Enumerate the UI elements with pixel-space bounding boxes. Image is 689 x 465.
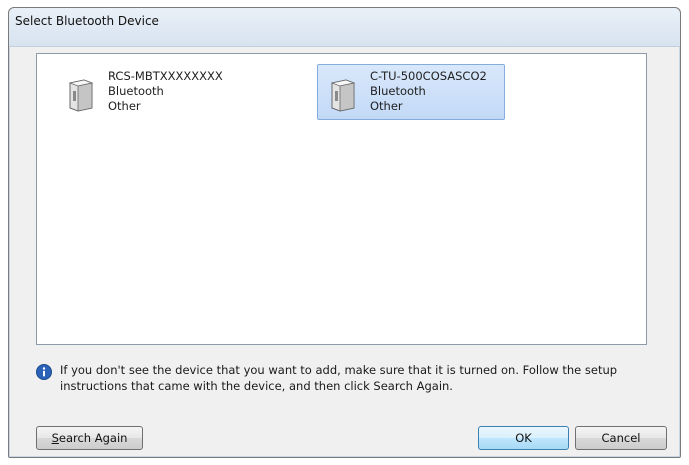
title-bar[interactable]: Select Bluetooth Device: [9, 8, 680, 47]
search-again-accelerator: S: [51, 431, 59, 445]
cancel-label: Cancel: [601, 431, 641, 445]
device-category: Other: [108, 99, 141, 113]
device-item-rcs-mbt[interactable]: RCS-MBTXXXXXXXX Bluetooth Other: [55, 64, 243, 120]
device-icon: [330, 79, 356, 112]
dialog-title: Select Bluetooth Device: [15, 14, 159, 28]
info-text: If you don't see the device that you wan…: [60, 363, 618, 393]
device-list[interactable]: RCS-MBTXXXXXXXX Bluetooth Other C-TU-500…: [36, 53, 647, 345]
dialog-window: Select Bluetooth Device RCS-MBTXXXXXXXX …: [8, 7, 681, 458]
device-name: RCS-MBTXXXXXXXX: [108, 69, 223, 83]
device-type: Bluetooth: [108, 84, 164, 98]
device-icon: [68, 79, 94, 112]
search-again-label: earch Again: [58, 431, 128, 445]
info-icon: [36, 364, 52, 380]
search-again-button[interactable]: Search Again: [36, 426, 143, 450]
cancel-button[interactable]: Cancel: [575, 426, 667, 450]
ok-label: OK: [515, 431, 532, 445]
device-type: Bluetooth: [370, 84, 426, 98]
ok-button[interactable]: OK: [478, 426, 569, 450]
device-name: C-TU-500COSASCO2: [370, 69, 487, 83]
device-item-c-tu-500[interactable]: C-TU-500COSASCO2 Bluetooth Other: [317, 64, 505, 120]
device-category: Other: [370, 99, 403, 113]
